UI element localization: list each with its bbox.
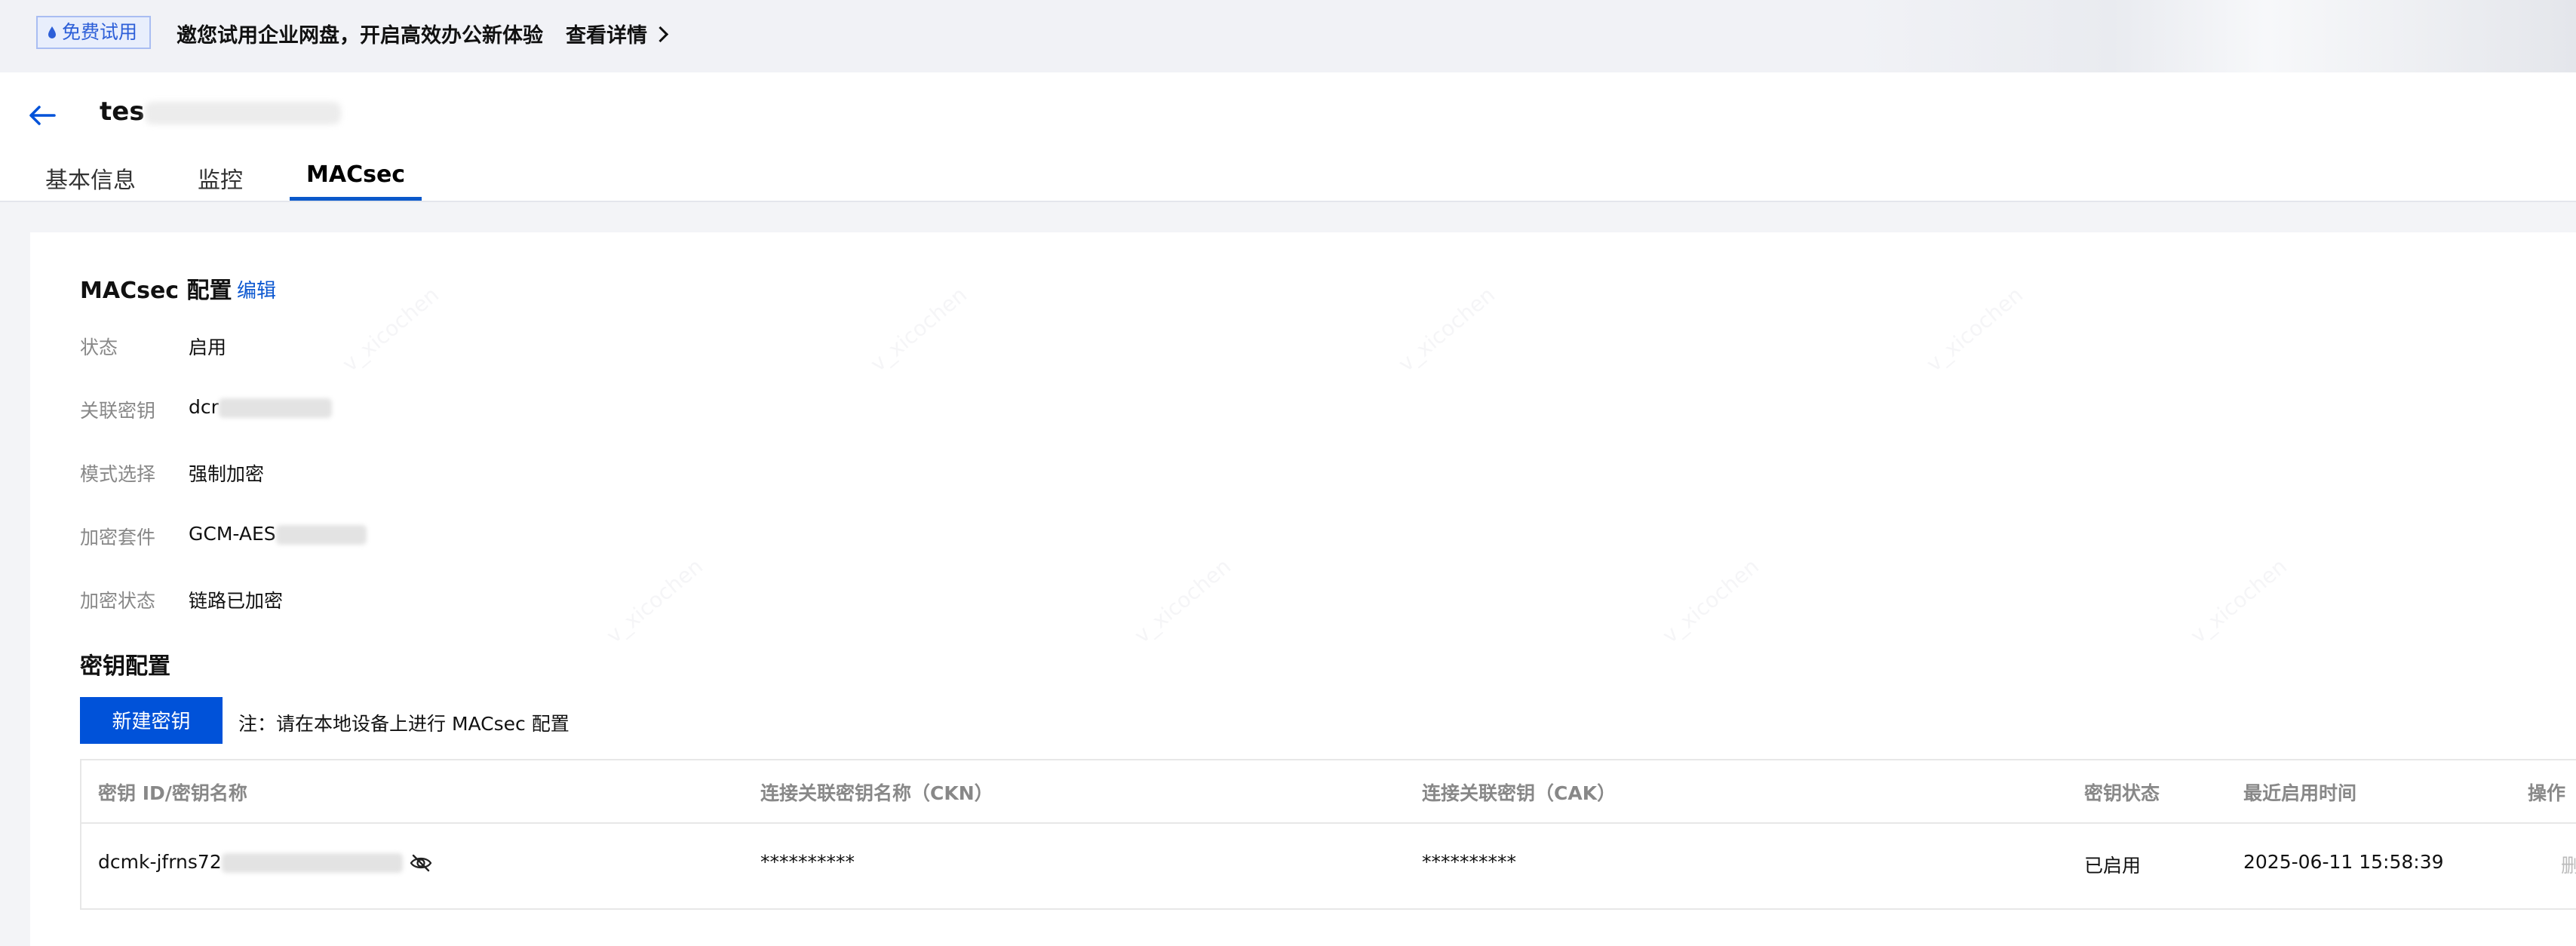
key-config-title: 密钥配置	[80, 653, 170, 680]
free-trial-badge[interactable]: 免费试用	[36, 16, 152, 49]
field-label-associated-key: 关联密钥	[80, 400, 156, 422]
field-value-cipher-suite: GCM-AES	[189, 523, 367, 545]
delete-action[interactable]: 删除	[2561, 851, 2576, 878]
page-title: tes	[100, 97, 341, 127]
view-details-link[interactable]: 查看详情	[566, 19, 669, 48]
back-arrow-icon[interactable]	[27, 103, 57, 128]
column-header-key-id: 密钥 ID/密钥名称	[98, 782, 247, 804]
cipher-suite-text: GCM-AES	[189, 523, 276, 545]
associated-key-text: dcr	[189, 396, 219, 418]
eye-off-icon[interactable]	[409, 853, 433, 873]
column-header-actions: 操作	[2528, 782, 2566, 804]
ckn-cell: **********	[760, 851, 855, 873]
free-trial-label: 免费试用	[62, 21, 138, 43]
tab-macsec[interactable]: MACsec	[289, 161, 422, 201]
key-table: 密钥 ID/密钥名称 连接关联密钥名称（CKN） 连接关联密钥（CAK） 密钥状…	[80, 759, 2576, 910]
redacted-key	[218, 398, 332, 418]
key-status-cell: 已启用	[2084, 855, 2142, 877]
page-header: tes 基本信息 监控 MACsec	[0, 72, 2576, 202]
field-value-associated-key: dcr	[189, 396, 332, 418]
edit-link[interactable]: 编辑	[237, 275, 276, 303]
field-label-cipher-suite: 加密套件	[80, 527, 156, 548]
new-key-button[interactable]: 新建密钥	[80, 697, 223, 744]
banner-message: 邀您试用企业网盘，开启高效办公新体验	[177, 24, 543, 48]
key-id-text: dcmk-jfrns72	[98, 851, 222, 873]
macsec-card: MACsec 配置 编辑 状态 启用 关联密钥 dcr 模式选择 强制加密 加密…	[30, 232, 2576, 946]
column-header-cak: 连接关联密钥（CAK）	[1422, 782, 1617, 804]
table-header: 密钥 ID/密钥名称 连接关联密钥名称（CKN） 连接关联密钥（CAK） 密钥状…	[81, 760, 2576, 824]
view-details-label: 查看详情	[566, 24, 647, 48]
field-value-encryption-status: 链路已加密	[189, 590, 284, 612]
redacted-title	[144, 101, 341, 124]
config-note: 注：请在本地设备上进行 MACsec 配置	[238, 713, 570, 735]
macsec-config-title: MACsec 配置	[80, 278, 232, 304]
field-value-status: 启用	[189, 336, 227, 358]
column-header-ckn: 连接关联密钥名称（CKN）	[760, 782, 993, 804]
page-title-text: tes	[100, 97, 145, 127]
tab-monitoring[interactable]: 监控	[198, 161, 243, 201]
column-header-key-status: 密钥状态	[2084, 782, 2160, 804]
field-label-encryption-status: 加密状态	[80, 590, 156, 612]
promo-banner: 免费试用 邀您试用企业网盘，开启高效办公新体验 查看详情	[0, 0, 2576, 72]
drop-icon	[48, 26, 56, 38]
redacted-key-id	[221, 853, 403, 873]
chevron-right-icon	[652, 26, 669, 43]
column-header-last-enabled: 最近启用时间	[2243, 782, 2357, 804]
field-label-mode: 模式选择	[80, 463, 156, 485]
redacted-cipher	[275, 525, 367, 545]
tab-basic-info[interactable]: 基本信息	[45, 161, 136, 201]
key-id-cell: dcmk-jfrns72	[98, 851, 433, 873]
cak-cell: **********	[1422, 851, 1516, 873]
last-enabled-cell: 2025-06-11 15:58:39	[2243, 851, 2444, 873]
field-value-mode: 强制加密	[189, 463, 265, 485]
field-label-status: 状态	[80, 336, 118, 358]
